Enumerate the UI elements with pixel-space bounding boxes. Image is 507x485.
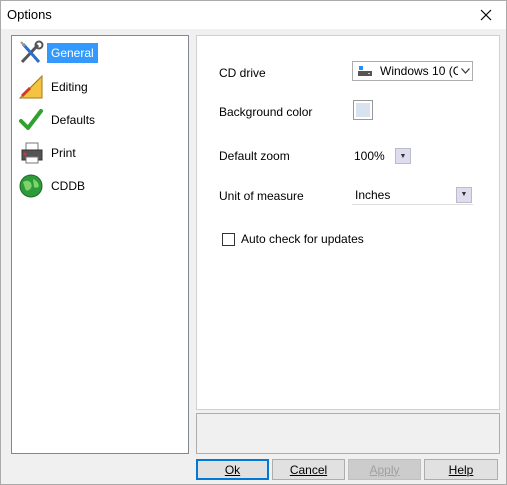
ok-button-label: Ok [224,462,241,477]
nav-label-cddb: CDDB [51,179,86,193]
dropdown-arrow-icon: ▼ [395,148,411,164]
background-color-fill [356,103,370,117]
description-area [196,413,500,454]
nav-label-editing: Editing [51,80,88,94]
unit-of-measure-label: Unit of measure [219,189,304,203]
cd-drive-value: Windows 10 (C [380,64,458,78]
close-icon [480,9,492,21]
nav-item-print[interactable]: Print [17,138,80,168]
cancel-button-label: Cancel [289,462,328,477]
globe-icon [17,172,45,200]
nav-label-general: General [47,43,98,63]
close-button[interactable] [466,1,506,29]
cd-drive-label: CD drive [219,66,266,80]
printer-icon [17,139,45,167]
nav-label-defaults: Defaults [51,113,96,127]
category-list: General Editing Defaults Print CDDB [11,35,189,454]
nav-label-print: Print [51,146,76,160]
nav-item-cddb[interactable]: CDDB [17,171,89,201]
nav-item-editing[interactable]: Editing [17,72,92,102]
wrench-screwdriver-icon [17,39,45,67]
cd-drive-select[interactable]: Windows 10 (C [352,61,473,81]
default-zoom-value: 100% [354,149,385,163]
apply-button[interactable]: Apply [348,459,421,480]
chevron-down-icon [458,68,472,74]
auto-check-checkbox[interactable] [222,233,235,246]
background-color-swatch[interactable] [353,100,373,120]
ok-button[interactable]: Ok [196,459,269,480]
dropdown-arrow-icon: ▼ [456,186,472,203]
nav-item-defaults[interactable]: Defaults [17,105,99,135]
cancel-button[interactable]: Cancel [272,459,345,480]
drive-icon [358,65,372,77]
general-settings-panel: CD drive Windows 10 (C Background color … [196,35,500,410]
window-title: Options [7,7,52,22]
unit-of-measure-select[interactable]: Inches ▼ [352,185,473,205]
default-zoom-select[interactable]: 100% ▼ [352,146,413,166]
apply-button-label: Apply [369,462,400,477]
auto-check-label: Auto check for updates [241,232,364,246]
background-color-label: Background color [219,105,313,119]
title-bar: Options [1,1,506,29]
checkmark-icon [17,106,45,134]
default-zoom-label: Default zoom [219,149,290,163]
help-button-label: Help [448,462,474,477]
unit-of-measure-value: Inches [355,187,391,202]
help-button[interactable]: Help [424,459,498,480]
nav-item-general[interactable]: General [17,38,98,68]
ruler-pencil-icon [17,73,45,101]
